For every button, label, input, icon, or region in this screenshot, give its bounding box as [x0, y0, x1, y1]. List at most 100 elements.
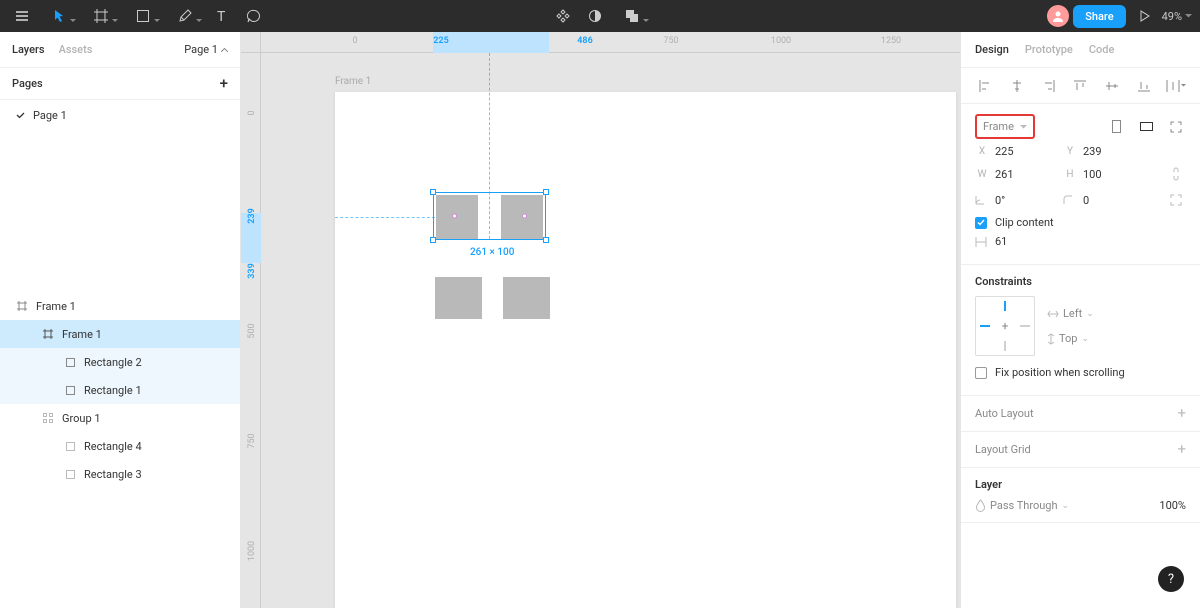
opacity-field[interactable]: 100% [1159, 499, 1186, 512]
layer-row-frame[interactable]: Frame 1 [0, 320, 240, 348]
frame-tool[interactable] [82, 2, 120, 30]
tab-assets[interactable]: Assets [59, 43, 93, 56]
component-icon [556, 9, 570, 23]
fix-position-checkbox[interactable]: Fix position when scrolling [975, 366, 1186, 379]
menu-button[interactable] [8, 2, 36, 30]
orientation-landscape[interactable] [1136, 117, 1156, 137]
pages-header: Pages [12, 77, 43, 90]
layer-title: Layer [975, 478, 1002, 491]
frame-icon [94, 9, 108, 23]
hamburger-icon [15, 9, 29, 23]
orientation-portrait[interactable] [1106, 117, 1126, 137]
link-wh-button[interactable] [1166, 164, 1186, 184]
h-field[interactable]: H100 [1063, 168, 1143, 181]
chevron-down-icon [1185, 14, 1192, 18]
add-layout-grid-button[interactable]: + [1177, 442, 1186, 457]
spacing-icon [975, 237, 987, 247]
mask-button[interactable] [581, 2, 609, 30]
blend-mode-dropdown[interactable]: Pass Through ⌄ [975, 499, 1069, 512]
help-button[interactable]: ? [1158, 566, 1184, 592]
page-name: Page 1 [33, 109, 67, 122]
constraint-v-dropdown[interactable]: Top ⌄ [1047, 332, 1094, 345]
tab-code[interactable]: Code [1089, 43, 1115, 56]
independent-corners-button[interactable] [1166, 190, 1186, 210]
chevron-down-icon [1020, 125, 1027, 129]
layer-row-rect[interactable]: Rectangle 3 [0, 460, 240, 488]
clip-content-checkbox[interactable]: Clip content [975, 216, 1186, 229]
resize-to-fit[interactable] [1166, 117, 1186, 137]
text-icon: T [215, 9, 229, 23]
rotation-field[interactable]: 0° [975, 194, 1055, 207]
rectangle-icon [64, 384, 76, 396]
rectangle-icon [64, 440, 76, 452]
corner-icon [1063, 195, 1073, 205]
chevron-down-icon [196, 19, 202, 23]
distribute-button[interactable] [1166, 76, 1186, 96]
canvas-rect[interactable] [435, 277, 482, 319]
chevron-up-icon [221, 48, 228, 52]
layer-row-group[interactable]: Group 1 [0, 404, 240, 432]
align-hcenter-button[interactable] [1007, 76, 1027, 96]
align-vcenter-button[interactable] [1102, 76, 1122, 96]
right-panel: Design Prototype Code Frame [960, 32, 1200, 608]
auto-layout-section[interactable]: Auto Layout + [961, 396, 1200, 432]
add-auto-layout-button[interactable]: + [1177, 406, 1186, 421]
play-icon [1138, 10, 1150, 22]
canvas-rect[interactable] [503, 277, 550, 319]
align-left-button[interactable] [975, 76, 995, 96]
layer-row-rect[interactable]: Rectangle 4 [0, 432, 240, 460]
move-tool[interactable] [40, 2, 78, 30]
left-panel: Layers Assets Page 1 Pages + Page 1 Fram… [0, 32, 241, 608]
boolean-button[interactable] [613, 2, 651, 30]
tab-design[interactable]: Design [975, 43, 1009, 56]
page-row[interactable]: Page 1 [0, 100, 240, 130]
components-button[interactable] [549, 2, 577, 30]
canvas[interactable]: 0 225 486 750 1000 1250 1500 0 239 339 5… [241, 32, 960, 608]
blend-icon [975, 499, 986, 512]
y-field[interactable]: Y239 [1063, 145, 1143, 158]
align-bottom-button[interactable] [1134, 76, 1154, 96]
zoom-dropdown[interactable]: 49% [1162, 10, 1192, 23]
selection-dimensions: 261 × 100 [466, 246, 518, 259]
add-page-button[interactable]: + [220, 76, 228, 91]
tab-layers[interactable]: Layers [12, 43, 45, 56]
check-icon [977, 219, 985, 226]
rectangle-icon [137, 10, 149, 22]
angle-icon [975, 195, 985, 205]
layer-row-rect[interactable]: Rectangle 2 [0, 348, 240, 376]
boolean-icon [625, 9, 639, 23]
avatar[interactable] [1047, 5, 1069, 27]
chevron-down-icon [112, 19, 118, 23]
layer-row-rect[interactable]: Rectangle 1 [0, 376, 240, 404]
constraint-h-dropdown[interactable]: Left ⌄ [1047, 307, 1094, 320]
shape-tool[interactable] [124, 2, 162, 30]
constraints-title: Constraints [975, 275, 1032, 288]
text-tool[interactable]: T [208, 2, 236, 30]
align-top-button[interactable] [1070, 76, 1090, 96]
w-field[interactable]: W261 [975, 168, 1055, 181]
align-right-button[interactable] [1039, 76, 1059, 96]
comment-tool[interactable] [240, 2, 268, 30]
frame-type-dropdown[interactable]: Frame [975, 114, 1035, 139]
layer-row-frame[interactable]: Frame 1 [0, 292, 240, 320]
ruler-horizontal: 0 225 486 750 1000 1250 1500 [261, 32, 960, 53]
layers-tree: Frame 1 Frame 1 Rectangle 2 Rectangle 1 [0, 288, 240, 608]
inner-rect [436, 195, 478, 239]
share-button[interactable]: Share [1073, 5, 1125, 28]
artboard[interactable]: Frame 1 [335, 92, 956, 608]
page-indicator[interactable]: Page 1 [184, 43, 228, 56]
present-button[interactable] [1130, 2, 1158, 30]
user-icon [1051, 9, 1065, 23]
item-spacing-field[interactable]: 61 [975, 235, 1055, 248]
x-field[interactable]: X225 [975, 145, 1055, 158]
zoom-value: 49% [1162, 10, 1182, 23]
pen-tool[interactable] [166, 2, 204, 30]
question-icon: ? [1168, 572, 1174, 587]
tab-prototype[interactable]: Prototype [1025, 43, 1073, 56]
corner-radius-field[interactable]: 0 [1063, 194, 1143, 207]
ruler-vertical: 0 239 339 500 750 1000 [241, 53, 261, 608]
layout-grid-section[interactable]: Layout Grid + [961, 432, 1200, 468]
constraints-widget[interactable]: + [975, 296, 1035, 356]
pen-icon [178, 9, 192, 23]
frame-icon [16, 300, 28, 312]
